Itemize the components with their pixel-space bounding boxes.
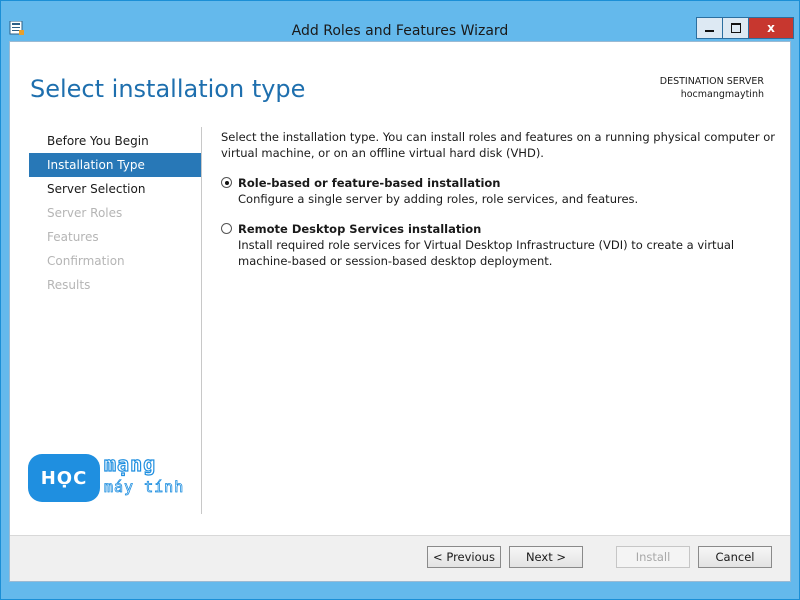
nav-item-server-roles: Server Roles xyxy=(47,206,123,220)
nav-item-installation-type[interactable]: Installation Type xyxy=(29,153,201,177)
install-button: Install xyxy=(616,546,690,568)
maximize-button[interactable] xyxy=(722,17,748,39)
logo-text-tertiary: máy tính xyxy=(104,478,185,497)
nav-item-results: Results xyxy=(47,278,91,292)
destination-value: hocmangmaytinh xyxy=(680,89,764,100)
logo-badge: HỌC xyxy=(28,454,100,502)
window-title: Add Roles and Features Wizard xyxy=(291,23,509,39)
radio-role-based[interactable] xyxy=(221,177,232,188)
cancel-button[interactable]: Cancel xyxy=(698,546,772,568)
option-role-based-label[interactable]: Role-based or feature-based installation xyxy=(238,175,776,191)
previous-button[interactable]: < Previous xyxy=(427,546,501,568)
nav-item-server-selection[interactable]: Server Selection xyxy=(29,177,201,201)
option-role-based-description: Configure a single server by adding role… xyxy=(238,192,639,206)
nav-item-features: Features xyxy=(47,230,99,244)
wizard-nav: Before You Begin Installation Type Serve… xyxy=(29,129,201,297)
close-button[interactable]: x xyxy=(748,17,794,39)
wizard-window: Add Roles and Features Wizard x Select i… xyxy=(0,0,800,600)
option-remote-desktop[interactable]: Remote Desktop Services installation Ins… xyxy=(221,221,776,269)
maximize-icon xyxy=(730,23,741,33)
destination-label: DESTINATION SERVER xyxy=(659,76,764,87)
destination-server: DESTINATION SERVER hocmangmaytinh xyxy=(660,75,764,101)
hocmang-logo: HỌC mạng máy tính xyxy=(28,451,188,506)
logo-text-secondary: mạng xyxy=(103,451,157,476)
radio-remote-desktop[interactable] xyxy=(221,223,232,234)
nav-divider xyxy=(201,127,202,514)
page-title: Select installation type xyxy=(30,75,306,103)
minimize-icon xyxy=(705,30,714,32)
next-button[interactable]: Next > xyxy=(509,546,583,568)
option-remote-desktop-label[interactable]: Remote Desktop Services installation xyxy=(238,221,776,237)
wizard-footer: < Previous Next > Install Cancel xyxy=(10,536,790,581)
option-role-based[interactable]: Role-based or feature-based installation… xyxy=(221,175,776,207)
nav-item-before-you-begin[interactable]: Before You Begin xyxy=(29,129,201,153)
wizard-client-area: Select installation type DESTINATION SER… xyxy=(9,41,791,582)
main-content: Select the installation type. You can in… xyxy=(221,129,776,283)
minimize-button[interactable] xyxy=(696,17,722,39)
nav-item-confirmation: Confirmation xyxy=(47,254,125,268)
logo-text-primary: HỌC xyxy=(40,467,88,489)
close-icon: x xyxy=(767,21,775,35)
option-remote-desktop-description: Install required role services for Virtu… xyxy=(238,238,735,268)
title-bar[interactable]: Add Roles and Features Wizard x xyxy=(1,1,799,41)
intro-text: Select the installation type. You can in… xyxy=(221,130,775,160)
